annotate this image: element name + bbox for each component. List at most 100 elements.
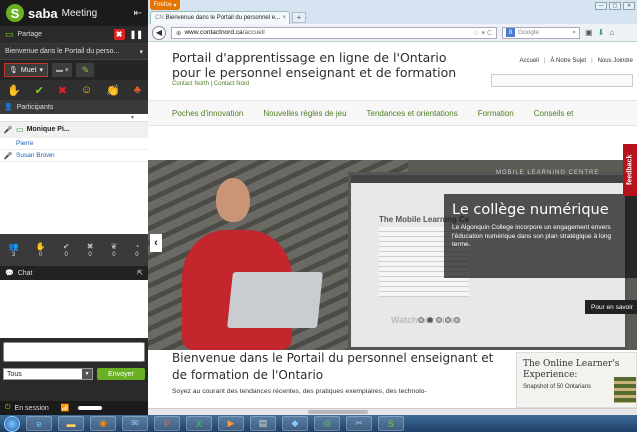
- stat-disagree: ✖ 0: [86, 242, 94, 258]
- taskbar-media-icon[interactable]: ▶: [218, 416, 244, 431]
- carousel-dot[interactable]: [418, 317, 424, 323]
- download-icon[interactable]: ⬇: [598, 28, 605, 37]
- browser-tab[interactable]: CN Bienvenue dans le Portail du personne…: [150, 11, 290, 24]
- globe-icon: ⊕: [176, 29, 182, 37]
- taskbar-excel-icon[interactable]: X: [186, 416, 212, 431]
- smiley-icon[interactable]: ☺: [81, 84, 92, 96]
- carousel-dot[interactable]: [454, 317, 460, 323]
- participant-row[interactable]: 🎤 Susan Brown: [0, 150, 148, 162]
- applause-icon[interactable]: 👏: [106, 84, 120, 97]
- saba-logo-icon: S: [6, 4, 24, 22]
- bookmark-star-icon[interactable]: ☆ ▾ C: [473, 29, 492, 37]
- stat-participants: 👥 3: [8, 242, 19, 258]
- disagree-x-icon[interactable]: ✖: [58, 84, 67, 97]
- chat-icon: 💬: [5, 270, 14, 277]
- top-link-about[interactable]: À Notre Sujet: [550, 58, 586, 64]
- menu-item[interactable]: Tendances et orientations: [367, 109, 458, 118]
- stop-share-button[interactable]: ✖: [113, 29, 125, 40]
- participant-row[interactable]: 🎤 ▭ Monique Pi...: [0, 122, 148, 138]
- taskbar-powerpoint-icon[interactable]: P: [154, 416, 180, 431]
- taskbar-app-icon[interactable]: ◆: [282, 416, 308, 431]
- taskbar-saba-icon[interactable]: S: [378, 416, 404, 431]
- people-icon: 👥: [8, 242, 19, 251]
- chat-label: Chat: [17, 269, 33, 277]
- url-bar[interactable]: ⊕ www.contactnord.ca /accueil ☆ ▾ C: [171, 26, 497, 39]
- microphone-icon: 🎙: [9, 67, 18, 74]
- clear-status-icon[interactable]: ♣: [134, 84, 141, 96]
- saba-meeting-panel: S saba Meeting ⇤ ▭ Partage ✖ ❚❚ Bienvenu…: [0, 0, 148, 415]
- menu-item[interactable]: Conseils et: [534, 109, 574, 118]
- search-bar[interactable]: 8 Google ⌕: [502, 26, 580, 39]
- new-tab-button[interactable]: +: [292, 12, 306, 23]
- carousel-dot[interactable]: [436, 317, 442, 323]
- pause-share-button[interactable]: ❚❚: [130, 30, 143, 39]
- read-more-button[interactable]: Pour en savoir: [585, 300, 637, 314]
- popout-icon[interactable]: ⇱: [137, 269, 143, 277]
- menu-item[interactable]: Formation: [478, 109, 514, 118]
- chat-history: [0, 280, 148, 338]
- participant-row[interactable]: Pierre: [0, 138, 148, 150]
- taskbar-chrome-icon[interactable]: ◎: [314, 416, 340, 431]
- bookmarks-icon[interactable]: ▣: [585, 28, 593, 37]
- feature-card[interactable]: The Online Learner's Experience: Snapsho…: [516, 352, 637, 408]
- pin-icon[interactable]: ⇤: [134, 8, 142, 19]
- window-controls: — ▢ ✕: [595, 2, 635, 10]
- search-placeholder: Google: [518, 29, 539, 36]
- recipient-select[interactable]: Tous ▼: [3, 368, 93, 380]
- send-button[interactable]: Envoyer: [97, 368, 145, 380]
- sort-arrow-icon[interactable]: ▾: [0, 114, 148, 122]
- participant-name: Pierre: [16, 140, 34, 147]
- taskbar-ie-icon[interactable]: e: [26, 416, 52, 431]
- hero-heading[interactable]: Le collège numérique: [452, 202, 629, 218]
- share-row: ▭ Partage ✖ ❚❚: [0, 26, 148, 44]
- head: [216, 178, 250, 222]
- maximize-button[interactable]: ▢: [609, 2, 621, 10]
- chat-message-input[interactable]: [3, 342, 145, 362]
- search-icon[interactable]: ⌕: [572, 29, 576, 37]
- taskbar-tools-icon[interactable]: ✂: [346, 416, 372, 431]
- shared-content-select[interactable]: Bienvenue dans le Portail du perso... ▾: [0, 44, 148, 60]
- taskbar-document-icon[interactable]: ▤: [250, 416, 276, 431]
- taskbar: e ▬ ◉ ✉ P X ▶ ▤ ◆ ◎ ✂ S: [0, 415, 637, 432]
- back-button[interactable]: ◀: [152, 25, 166, 40]
- chevron-down-icon: ▾: [39, 67, 43, 74]
- navigation-toolbar: ◀ ⊕ www.contactnord.ca /accueil ☆ ▾ C 8 …: [148, 24, 637, 42]
- home-icon[interactable]: ⌂: [609, 28, 614, 37]
- menu-item[interactable]: Poches d'innovation: [172, 109, 243, 118]
- menu-item[interactable]: Nouvelles règles de jeu: [263, 109, 346, 118]
- horizontal-scrollbar[interactable]: [148, 408, 637, 415]
- participants-list: ▾ 🎤 ▭ Monique Pi... Pierre 🎤 Susan Brown: [0, 114, 148, 234]
- raise-hand-icon[interactable]: ✋: [7, 84, 21, 97]
- books-image: [614, 377, 636, 403]
- mute-button[interactable]: 🎙 Muet ▾: [4, 63, 48, 77]
- camera-button[interactable]: ▬ ▾: [51, 63, 73, 77]
- scrollbar-thumb[interactable]: [308, 410, 368, 414]
- annotate-button[interactable]: ✎: [76, 63, 95, 77]
- site-subtitle[interactable]: Contact North | Contact Nord: [172, 81, 249, 87]
- volume-meter[interactable]: [77, 406, 102, 410]
- carousel-prev-button[interactable]: ‹: [150, 234, 162, 252]
- taskbar-explorer-icon[interactable]: ▬: [58, 416, 84, 431]
- firefox-menu-button[interactable]: Firefox ▾: [150, 0, 180, 10]
- carousel-dot[interactable]: [445, 317, 451, 323]
- top-link-contact[interactable]: Nous Joindre: [598, 58, 633, 64]
- site-search-input[interactable]: [491, 74, 633, 87]
- taskbar-outlook-icon[interactable]: ✉: [122, 416, 148, 431]
- start-button[interactable]: [4, 415, 20, 432]
- tab-favicon-icon: CN: [155, 15, 164, 21]
- minimize-button[interactable]: —: [595, 2, 607, 10]
- taskbar-firefox-icon[interactable]: ◉: [90, 416, 116, 431]
- feedback-tab[interactable]: feedback: [623, 144, 637, 196]
- close-window-button[interactable]: ✕: [623, 2, 635, 10]
- welcome-description: Soyez au courant des tendances récentes,…: [172, 388, 427, 395]
- site-title[interactable]: Portail d'apprentissage en ligne de l'On…: [172, 50, 472, 80]
- close-tab-icon[interactable]: ×: [282, 15, 289, 21]
- chat-send-row: Tous ▼ Envoyer: [0, 366, 148, 382]
- top-links: Accueil | À Notre Sujet | Nous Joindre: [519, 58, 633, 64]
- top-link-home[interactable]: Accueil: [519, 58, 538, 64]
- firefox-menu-label: Firefox: [153, 2, 172, 8]
- presenter-screen-icon: ▭: [16, 125, 24, 134]
- shared-content-label: Bienvenue dans le Portail du perso...: [5, 48, 120, 55]
- agree-check-icon[interactable]: ✔: [35, 84, 44, 97]
- carousel-dot[interactable]: [427, 317, 433, 323]
